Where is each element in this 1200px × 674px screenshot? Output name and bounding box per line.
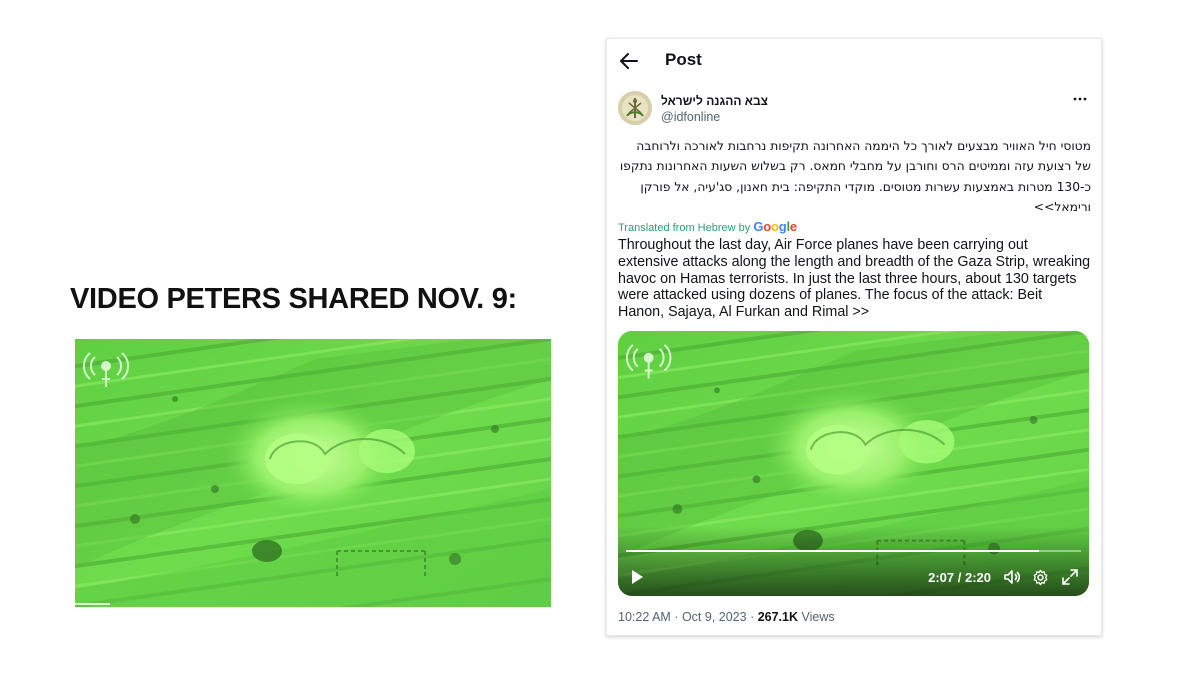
post-text-hebrew: מטוסי חיל האוויר מבצעים לאורך כל היממה ה…: [619, 139, 1091, 214]
idf-emblem-icon: [618, 91, 652, 125]
author-name[interactable]: צבא ההגנה לישראל: [661, 94, 768, 108]
meta-separator: ·: [674, 610, 682, 624]
author-handle[interactable]: @idfonline: [661, 110, 720, 124]
post-date[interactable]: Oct 9, 2023: [682, 610, 747, 624]
post-text-english: Throughout the last day, Air Force plane…: [618, 237, 1091, 321]
play-icon[interactable]: [628, 568, 646, 586]
arrow-left-icon[interactable]: [619, 52, 639, 70]
left-video[interactable]: [75, 339, 551, 607]
post-header: Post: [607, 39, 1101, 83]
avatar[interactable]: [618, 91, 652, 125]
translation-attribution[interactable]: Translated from Hebrew by Google: [618, 219, 797, 234]
post-time[interactable]: 10:22 AM: [618, 610, 671, 624]
more-horizontal-icon[interactable]: [1073, 92, 1087, 106]
post-title: Post: [665, 50, 702, 69]
translated-prefix: Translated from Hebrew by: [618, 222, 751, 234]
expand-icon[interactable]: [1061, 568, 1079, 586]
post-card: Post צבא ההגנה לישראל @idfonline מטוסי ח…: [606, 38, 1102, 636]
night-vision-frame: [75, 339, 551, 607]
video-time: 2:07 / 2:20: [928, 570, 991, 585]
google-logo: Google: [753, 219, 797, 234]
views-label: Views: [801, 610, 835, 624]
left-video-progress: [75, 603, 110, 605]
volume-icon[interactable]: [1003, 568, 1021, 586]
gear-icon[interactable]: [1032, 569, 1049, 586]
post-video[interactable]: 2:07 / 2:20: [618, 331, 1089, 596]
meta-separator: ·: [750, 610, 758, 624]
views-count: 267.1K: [757, 610, 799, 624]
left-heading: VIDEO PETERS SHARED NOV. 9:: [70, 283, 517, 315]
post-meta: 10:22 AM · Oct 9, 2023 · 267.1K Views: [618, 610, 835, 624]
video-progress-fill: [626, 550, 1039, 552]
video-progress-bar[interactable]: [626, 550, 1081, 552]
